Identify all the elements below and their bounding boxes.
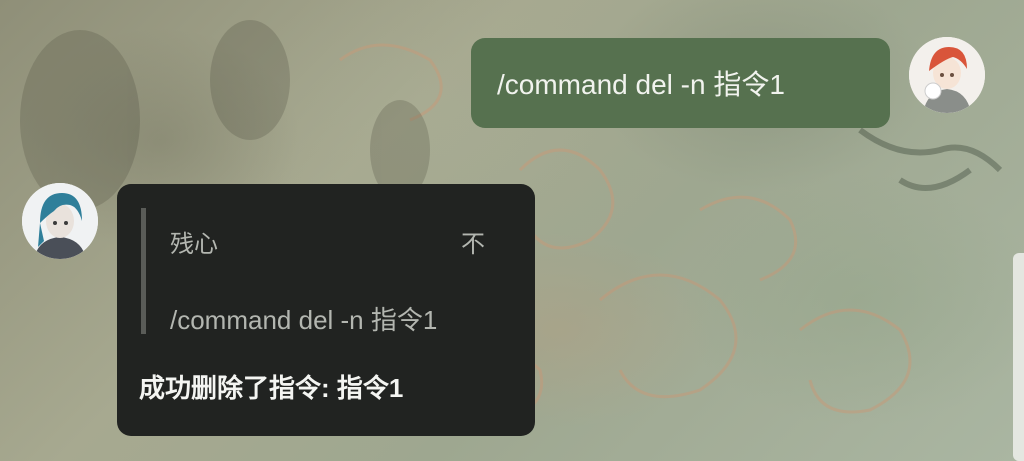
anime-avatar-blue-hair-icon	[22, 183, 98, 259]
quote-author: 残心	[170, 231, 218, 258]
scrollbar-thumb[interactable]	[1013, 253, 1024, 461]
bot-reply-bubble[interactable]: 残心 不 /command del -n 指令1 成功删除了指令: 指令1	[117, 184, 535, 436]
sent-message-bubble[interactable]: /command del -n 指令1	[471, 38, 890, 128]
quoted-message[interactable]: 残心 不 /command del -n 指令1	[141, 208, 485, 335]
quote-tag: 不	[461, 231, 485, 258]
bot-reply-text: 成功删除了指令: 指令1	[139, 373, 404, 403]
anime-avatar-red-hair-icon	[909, 37, 985, 113]
user-avatar[interactable]	[909, 37, 985, 113]
bot-avatar[interactable]	[22, 183, 98, 259]
quote-text: /command del -n 指令1	[170, 305, 438, 335]
sent-message-text: /command del -n 指令1	[497, 69, 785, 100]
